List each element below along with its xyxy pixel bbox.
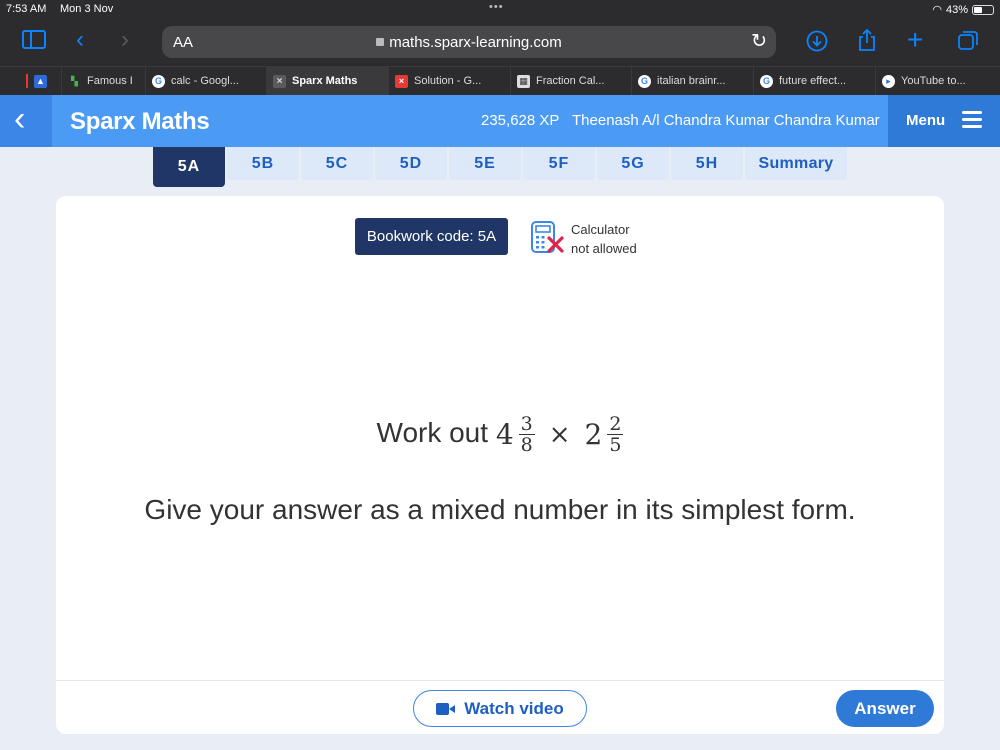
task-tab-5h[interactable]: 5H bbox=[671, 147, 743, 180]
tab-solution[interactable]: × Solution - G... bbox=[389, 67, 511, 95]
share-icon[interactable] bbox=[857, 28, 877, 52]
mixed-number-2-fraction: 2 5 bbox=[607, 413, 624, 456]
tab-calc[interactable]: G calc - Googl... bbox=[146, 67, 267, 95]
task-tab-5d[interactable]: 5D bbox=[375, 147, 447, 180]
task-tab-5g[interactable]: 5G bbox=[597, 147, 669, 180]
browser-tab-strip: ▲ ▚ Famous I G calc - Googl... × Sparx M… bbox=[0, 66, 1000, 95]
new-tab-icon[interactable]: + bbox=[907, 26, 923, 54]
status-right: ◠ 43% bbox=[932, 3, 994, 16]
task-tab-5a[interactable]: 5A bbox=[153, 147, 225, 187]
status-bar: 7:53 AM Mon 3 Nov ••• ◠ 43% bbox=[0, 0, 1000, 20]
url-value: maths.sparx-learning.com bbox=[389, 34, 562, 51]
tab-label: YouTube to... bbox=[901, 75, 966, 87]
tab-label: Sparx Maths bbox=[292, 75, 358, 87]
browser-toolbar: ‹ › AA maths.sparx-learning.com ↻ + bbox=[0, 20, 1000, 66]
tab-famous[interactable]: ▚ Famous I bbox=[62, 67, 146, 95]
pin-marker-icon bbox=[26, 74, 28, 88]
lock-icon bbox=[376, 38, 385, 46]
close-tab-icon[interactable]: × bbox=[273, 74, 286, 88]
forward-icon[interactable]: › bbox=[121, 28, 129, 52]
tab-label: italian brainr... bbox=[657, 75, 726, 87]
status-date: Mon 3 Nov bbox=[60, 3, 114, 15]
task-tab-summary[interactable]: Summary bbox=[745, 147, 847, 180]
hamburger-icon bbox=[962, 111, 982, 129]
card-divider bbox=[56, 680, 944, 681]
task-tab-5f[interactable]: 5F bbox=[523, 147, 595, 180]
numerator: 2 bbox=[607, 413, 624, 435]
task-tab-5c[interactable]: 5C bbox=[301, 147, 373, 180]
tab-label: future effect... bbox=[779, 75, 847, 87]
answer-button[interactable]: Answer bbox=[836, 690, 934, 727]
video-camera-icon bbox=[436, 702, 456, 715]
brand-title: Sparx Maths bbox=[70, 108, 210, 135]
calculator-favicon-icon: ▦ bbox=[517, 74, 530, 88]
numerator: 3 bbox=[518, 413, 535, 435]
watch-video-button[interactable]: Watch video bbox=[413, 690, 587, 727]
math-expression: 4 3 8 × 2 2 5 bbox=[496, 414, 624, 455]
google-favicon-icon: G bbox=[760, 74, 773, 88]
tab-label: Solution - G... bbox=[414, 75, 482, 87]
bookwork-code-badge: Bookwork code: 5A bbox=[355, 218, 508, 255]
xp-count: 235,628 XP bbox=[481, 112, 560, 129]
sidebar-icon[interactable] bbox=[22, 30, 46, 49]
question-card: Bookwork code: 5A Calculator not allowed… bbox=[56, 196, 944, 734]
battery-icon bbox=[972, 4, 994, 15]
battery-percent: 43% bbox=[945, 3, 968, 16]
mixed-number-2-whole: 2 bbox=[584, 418, 603, 451]
download-icon[interactable] bbox=[806, 30, 828, 52]
status-time: 7:53 AM bbox=[6, 3, 47, 15]
tab-pinned[interactable]: ▲ bbox=[0, 67, 62, 95]
calculator-label: Calculator bbox=[571, 222, 630, 237]
calculator-status-text: not allowed bbox=[571, 241, 637, 256]
wifi-icon: ◠ bbox=[932, 4, 942, 16]
google-favicon-icon: G bbox=[638, 74, 651, 88]
tab-sparx-maths[interactable]: × Sparx Maths bbox=[267, 67, 389, 95]
battery-fill bbox=[974, 6, 982, 13]
question-text: Work out 4 3 8 × 2 2 5 bbox=[56, 414, 944, 455]
multiply-operator: × bbox=[548, 419, 571, 450]
address-bar[interactable]: AA maths.sparx-learning.com ↻ bbox=[162, 26, 776, 58]
tab-label: calc - Googl... bbox=[171, 75, 239, 87]
solution-favicon-icon: × bbox=[395, 74, 408, 88]
question-instruction: Give your answer as a mixed number in it… bbox=[144, 494, 856, 525]
watch-video-label: Watch video bbox=[464, 698, 564, 718]
sparx-header: ‹ Sparx Maths 235,628 XP Theenash A/l Ch… bbox=[0, 95, 1000, 147]
chevron-left-icon: ‹ bbox=[14, 100, 26, 138]
back-button[interactable]: ‹ bbox=[0, 95, 52, 147]
calculator-status: Calculator not allowed bbox=[571, 220, 637, 258]
tabs-icon[interactable] bbox=[957, 29, 979, 51]
question-prompt: Work out bbox=[376, 416, 489, 448]
tab-fraction-calc[interactable]: ▦ Fraction Cal... bbox=[511, 67, 632, 95]
mixed-number-1-fraction: 3 8 bbox=[518, 413, 535, 456]
denominator: 8 bbox=[520, 434, 533, 456]
reload-icon[interactable]: ↻ bbox=[751, 30, 767, 53]
task-tab-5b[interactable]: 5B bbox=[227, 147, 299, 180]
tab-label: Fraction Cal... bbox=[536, 75, 605, 87]
youtube-favicon-icon: ▸ bbox=[882, 74, 895, 88]
menu-label: Menu bbox=[906, 112, 946, 129]
back-icon[interactable]: ‹ bbox=[76, 28, 84, 52]
tab-italian[interactable]: G italian brainr... bbox=[632, 67, 754, 95]
multitask-dots-icon[interactable]: ••• bbox=[489, 1, 504, 13]
url-text[interactable]: maths.sparx-learning.com bbox=[162, 34, 776, 51]
mixed-number-1-whole: 4 bbox=[495, 418, 514, 451]
app-favicon-icon: ▲ bbox=[34, 74, 47, 88]
tab-label: Famous I bbox=[87, 75, 133, 87]
google-favicon-icon: G bbox=[152, 74, 165, 88]
menu-button[interactable]: Menu bbox=[888, 95, 1000, 147]
grid-favicon-icon: ▚ bbox=[68, 74, 81, 88]
task-tab-5e[interactable]: 5E bbox=[449, 147, 521, 180]
user-name: Theenash A/l Chandra Kumar Chandra Kumar bbox=[572, 112, 880, 129]
tab-future[interactable]: G future effect... bbox=[754, 67, 876, 95]
denominator: 5 bbox=[609, 434, 622, 456]
calculator-not-allowed-icon bbox=[531, 221, 564, 253]
tab-youtube[interactable]: ▸ YouTube to... bbox=[876, 67, 1000, 95]
